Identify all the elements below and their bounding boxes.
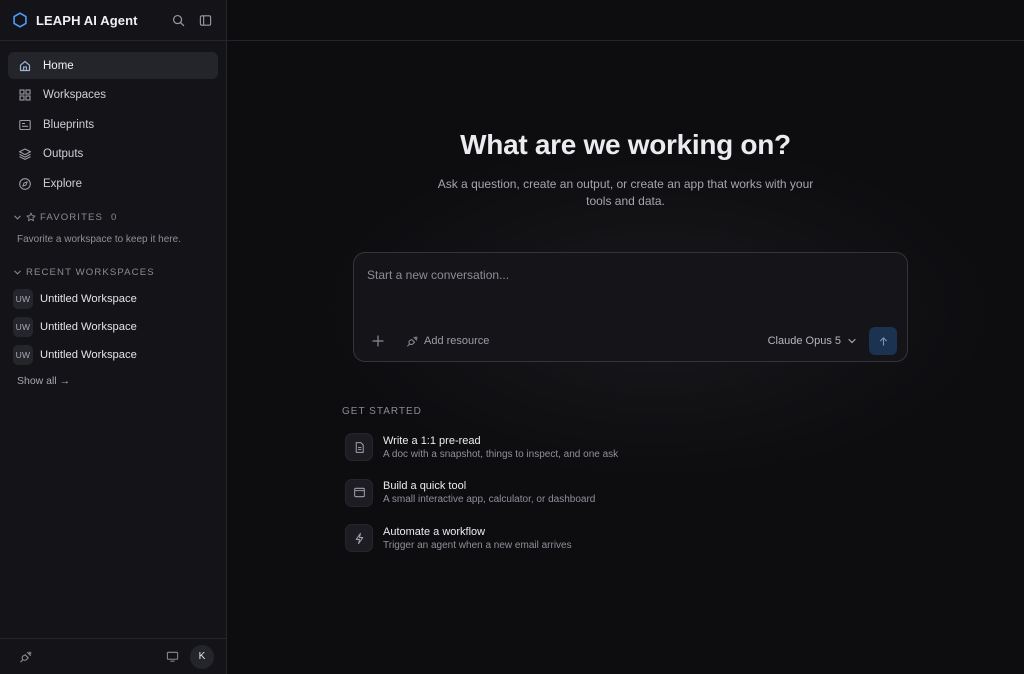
recent-workspaces-title: RECENT WORKSPACES xyxy=(26,266,155,278)
compass-icon xyxy=(18,177,32,191)
plus-icon xyxy=(372,335,384,347)
conversation-input[interactable] xyxy=(367,265,887,285)
workspace-item[interactable]: UW Untitled Workspace xyxy=(0,313,226,341)
sidebar-item-explore[interactable]: Explore xyxy=(8,170,218,197)
document-icon xyxy=(345,433,373,461)
star-icon xyxy=(26,212,36,222)
workspace-name: Untitled Workspace xyxy=(40,293,137,306)
top-bar xyxy=(227,0,1024,41)
get-started-item-desc: A doc with a snapshot, things to inspect… xyxy=(383,448,619,460)
sidebar-item-workspaces[interactable]: Workspaces xyxy=(8,82,218,109)
blueprint-icon xyxy=(18,118,32,132)
recent-workspaces-list: UW Untitled Workspace UW Untitled Worksp… xyxy=(0,285,226,369)
arrow-up-icon xyxy=(879,336,887,346)
display-settings-button[interactable] xyxy=(164,649,180,665)
get-started-item-desc: Trigger an agent when a new email arrive… xyxy=(383,539,572,551)
favorites-title: FAVORITES xyxy=(40,211,104,223)
favorites-section-toggle[interactable]: FAVORITES 0 xyxy=(0,206,226,228)
add-resource-button[interactable]: Add resource xyxy=(406,335,489,348)
app-title: LEAPH AI Agent xyxy=(36,12,138,28)
chevron-down-icon xyxy=(848,338,856,344)
plug-icon xyxy=(406,335,419,348)
lightning-icon xyxy=(345,524,373,552)
send-button[interactable] xyxy=(869,327,897,355)
add-resource-label: Add resource xyxy=(424,335,490,347)
sidebar-footer: K xyxy=(0,638,226,674)
search-icon xyxy=(172,14,184,26)
app-root: LEAPH AI Agent Home Workspaces Blueprint… xyxy=(0,0,1024,674)
get-started-list: Write a 1:1 pre-read A doc with a snapsh… xyxy=(345,432,765,569)
recent-workspaces-toggle[interactable]: RECENT WORKSPACES xyxy=(0,261,226,283)
home-icon xyxy=(18,59,32,73)
sidebar-item-outputs[interactable]: Outputs xyxy=(8,141,218,168)
favorites-empty-hint: Favorite a workspace to keep it here. xyxy=(17,234,181,246)
get-started-item-tool[interactable]: Build a quick tool A small interactive a… xyxy=(345,478,765,508)
chevron-down-icon xyxy=(13,213,22,222)
show-all-link[interactable]: Show all → xyxy=(0,369,87,393)
sidebar-item-label: Explore xyxy=(43,177,82,190)
workspace-badge: UW xyxy=(13,289,33,310)
grid-icon xyxy=(18,88,32,102)
workspace-name: Untitled Workspace xyxy=(40,321,137,334)
main-content: What are we working on? Ask a question, … xyxy=(227,0,1024,674)
page-title: What are we working on? xyxy=(460,129,791,160)
hexagon-logo-icon xyxy=(12,12,28,28)
attach-button[interactable] xyxy=(370,333,386,349)
integrations-button[interactable] xyxy=(18,649,34,665)
sidebar-item-label: Home xyxy=(43,59,74,72)
get-started-item-desc: A small interactive app, calculator, or … xyxy=(383,494,596,505)
workspace-name: Untitled Workspace xyxy=(40,349,137,362)
sidebar-item-label: Workspaces xyxy=(43,89,107,102)
workspace-badge: UW xyxy=(13,317,33,338)
page-subtitle-wrap: Ask a question, create an output, or cre… xyxy=(227,176,1024,210)
get-started-item-workflow[interactable]: Automate a workflow Trigger an agent whe… xyxy=(345,523,765,553)
get-started-title: GET STARTED xyxy=(342,406,422,417)
sidebar: LEAPH AI Agent Home Workspaces Blueprint… xyxy=(0,0,227,674)
sidebar-item-label: Outputs xyxy=(43,148,84,161)
workspace-item[interactable]: UW Untitled Workspace xyxy=(0,341,226,369)
window-icon xyxy=(345,478,373,507)
get-started-item-title: Build a quick tool xyxy=(383,480,467,492)
model-selector-label: Claude Opus 5 xyxy=(767,335,841,347)
avatar[interactable]: K xyxy=(190,644,214,669)
workspace-item[interactable]: UW Untitled Workspace xyxy=(0,285,226,313)
sidebar-item-home[interactable]: Home xyxy=(8,52,218,79)
monitor-icon xyxy=(166,651,178,662)
get-started-item-preread[interactable]: Write a 1:1 pre-read A doc with a snapsh… xyxy=(345,432,765,462)
workspace-badge: UW xyxy=(13,345,33,366)
composer-toolbar: Add resource Claude Opus 5 xyxy=(354,327,907,355)
sidebar-header: LEAPH AI Agent xyxy=(0,0,226,41)
get-started-item-title: Automate a workflow xyxy=(383,525,486,538)
get-started-item-title: Write a 1:1 pre-read xyxy=(383,434,481,447)
favorites-count: 0 xyxy=(111,211,117,223)
page-subtitle: Ask a question, create an output, or cre… xyxy=(437,177,814,208)
sidebar-nav: Home Workspaces Blueprints Outputs Explo… xyxy=(0,41,226,197)
composer: Add resource Claude Opus 5 xyxy=(353,252,908,362)
sidebar-panel-icon xyxy=(199,14,211,26)
plug-icon xyxy=(20,650,32,662)
sidebar-item-label: Blueprints xyxy=(43,118,95,131)
chevron-down-icon xyxy=(13,268,22,277)
sidebar-item-blueprints[interactable]: Blueprints xyxy=(8,111,218,138)
search-button[interactable] xyxy=(169,11,187,29)
layers-icon xyxy=(18,147,32,161)
toggle-sidebar-button[interactable] xyxy=(196,11,214,29)
model-selector[interactable]: Claude Opus 5 xyxy=(768,335,857,347)
